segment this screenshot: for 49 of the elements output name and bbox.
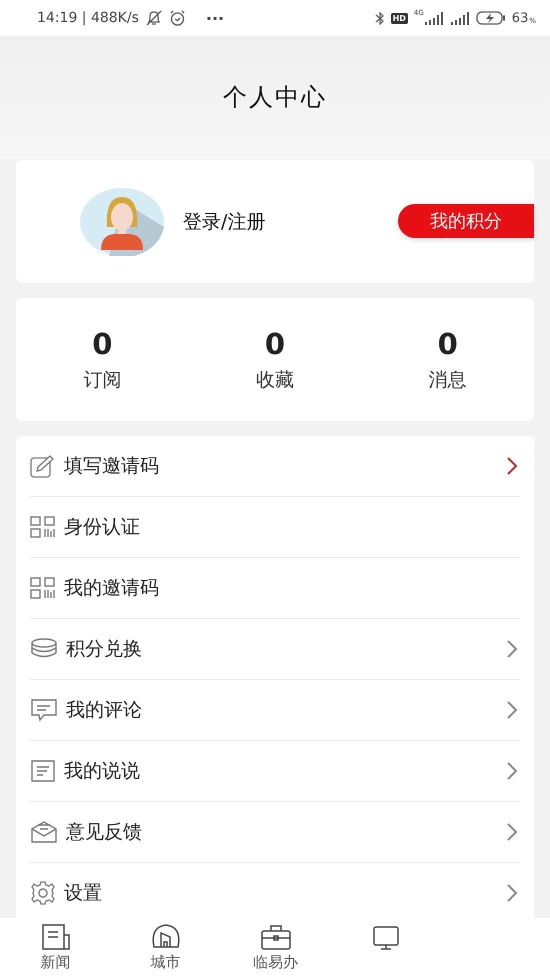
signal-icon <box>424 12 444 24</box>
city-icon <box>150 923 182 951</box>
battery-icon <box>476 11 506 25</box>
tab-item[interactable]: 临易办 <box>222 918 329 977</box>
stat-label[interactable]: 消息 <box>428 366 467 392</box>
menu-label: 设置 <box>64 881 103 906</box>
stat-value: 0 <box>92 326 112 360</box>
menu-label: 意见反馈 <box>66 820 143 845</box>
stat-label[interactable]: 收藏 <box>256 366 294 392</box>
menu-label: 身份认证 <box>64 515 141 540</box>
hd-badge: HD <box>390 12 408 24</box>
menu-label: 积分兑换 <box>66 637 143 662</box>
menu-item[interactable]: 意见反馈 <box>30 802 520 863</box>
coin-stack-icon <box>30 638 58 660</box>
alarm-icon <box>168 10 186 26</box>
menu-item[interactable]: 积分兑换 <box>30 619 520 680</box>
battery-level: 63 <box>512 10 528 26</box>
tab-item[interactable]: 新闻 <box>2 918 109 977</box>
tab-item[interactable]: 城市 <box>112 918 219 977</box>
briefcase-icon <box>260 923 292 951</box>
menu-item[interactable]: 我的评论 <box>30 680 520 741</box>
newspaper-icon <box>40 923 72 951</box>
envelope-icon <box>30 820 58 844</box>
page-title: 个人中心 <box>223 82 327 113</box>
bell-off-icon <box>144 10 163 26</box>
stat-value: 0 <box>264 326 286 360</box>
qr-code-icon <box>30 516 56 538</box>
menu-label: 我的评论 <box>66 698 143 723</box>
menu-item[interactable]: 填写邀请码 <box>30 436 520 497</box>
my-points-button[interactable]: 我的积分 <box>398 204 534 238</box>
menu-item[interactable]: 身份认证 <box>30 497 520 558</box>
qr-code-icon <box>30 577 56 599</box>
menu-item[interactable]: 我的说说 <box>30 741 520 802</box>
more-dots: ··· <box>206 8 224 28</box>
pencil-icon <box>30 454 56 478</box>
stat-label[interactable]: 订阅 <box>83 366 122 392</box>
menu-label: 填写邀请码 <box>64 454 160 479</box>
menu-label: 我的邀请码 <box>64 576 160 601</box>
bluetooth-icon <box>374 10 385 26</box>
note-icon <box>30 760 56 782</box>
avatar-icon <box>79 186 165 256</box>
status-time: 14:19 | 488K/s <box>37 10 139 26</box>
comment-icon <box>30 698 58 722</box>
stat-value: 0 <box>438 326 458 360</box>
settings-icon <box>30 880 56 906</box>
menu-item[interactable]: 我的邀请码 <box>30 558 520 619</box>
menu-label: 我的说说 <box>64 759 141 784</box>
signal-icon <box>450 12 470 24</box>
login-link[interactable]: 登录/注册 <box>183 208 266 234</box>
